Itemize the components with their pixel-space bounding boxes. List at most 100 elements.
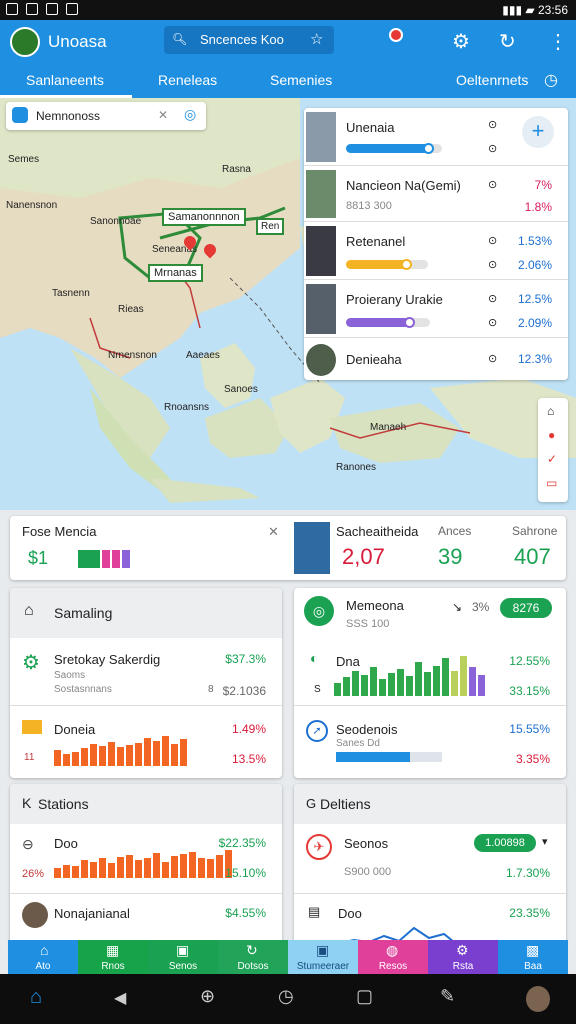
person-label: Sacheaitheida — [336, 524, 419, 539]
route-title: Nancieon Na(Gemi) — [346, 178, 461, 193]
tab-sanlaneents[interactable]: Sanlaneents — [26, 72, 104, 88]
avatar — [22, 902, 48, 928]
info-icon[interactable]: ⊙ — [488, 234, 497, 247]
bar-knob[interactable] — [400, 259, 412, 270]
nav-item-ato[interactable]: ⌂ Ato — [8, 940, 78, 974]
spark-bar — [162, 736, 169, 766]
globe-icon[interactable]: ⊕ — [200, 986, 215, 1007]
row-value-2: 33.15% — [509, 684, 550, 698]
nav-label: Resos — [378, 961, 408, 972]
g-icon: G — [306, 796, 317, 811]
edit-icon[interactable]: ✎ — [440, 986, 455, 1007]
pin-icon[interactable]: ● — [548, 428, 555, 442]
list-item[interactable]: 11 Doneia 1.49% 13.5% — [10, 708, 282, 776]
tab-oeltenrnets[interactable]: Oeltenrnets — [456, 72, 528, 88]
list-item[interactable]: Nancieon Na(Gemi) 8813 300 ⊙ 7% 1.8% — [304, 166, 568, 222]
search-bar[interactable]: 🔍︎ Sncences Koo ☆ — [164, 26, 334, 54]
spark-bar — [216, 855, 223, 878]
nav-item-resos[interactable]: ◍ Resos — [358, 940, 428, 974]
map-search-box[interactable]: Nemnonoss ✕ ◎ — [6, 102, 206, 130]
row-mid: 8 — [208, 684, 214, 695]
locate-icon[interactable]: ◎ — [184, 106, 196, 123]
compass-icon[interactable]: ◷ — [278, 986, 294, 1007]
info-icon[interactable]: ⊙ — [488, 292, 497, 305]
close-icon[interactable]: ✕ — [268, 524, 279, 540]
spark-bar — [153, 853, 160, 878]
value-badge[interactable]: 8276 — [500, 598, 552, 618]
nav-item-senos[interactable]: ▣ Senos — [148, 940, 218, 974]
map-label: Ranones — [336, 462, 377, 473]
spark-bar — [117, 857, 124, 878]
routes-panel: Unenaia ⊙ ⊙ + Nancieon Na(Gemi) 8813 300… — [304, 108, 568, 380]
spark-bar — [135, 860, 142, 878]
info-icon[interactable]: ⊙ — [488, 178, 497, 191]
home-icon[interactable]: ⌂ — [547, 404, 554, 418]
row-value-2: 13.5% — [231, 752, 266, 766]
notification-dot-icon[interactable] — [389, 28, 403, 42]
check-icon[interactable]: ✓ — [547, 452, 557, 466]
list-item[interactable]: ➚ Seodenois Sanes Dd 15.55% 3.35% — [294, 708, 566, 776]
star-icon[interactable]: ☆ — [310, 30, 323, 48]
map-label: Nanensnon — [6, 200, 58, 211]
list-item[interactable]: Unenaia ⊙ ⊙ + — [304, 108, 568, 166]
info-left-number: $1 — [28, 548, 49, 568]
spark-bar — [171, 856, 178, 878]
home-icon[interactable]: ⌂ — [30, 986, 42, 1009]
col3-label: Sahrone — [512, 524, 558, 538]
list-item[interactable]: ⚙ Sretokay Sakerdig Saoms Sostasnnans 8 … — [10, 640, 282, 706]
car-icon[interactable]: ▭ — [546, 476, 557, 490]
nav-item-rnos[interactable]: ▦ Rnos — [78, 940, 148, 974]
list-item[interactable]: ◐ S Dna 12.55% 33.15% — [294, 640, 566, 706]
nav-item-rsta[interactable]: ⚙ Rsta — [428, 940, 498, 974]
panel-deltiens: G Deltiens ✈ Seonos S900 000 1.00898 ▾ 1… — [294, 784, 566, 950]
map-label: Ren — [256, 218, 285, 235]
tab-reneleas[interactable]: Reneleas — [158, 72, 217, 88]
refresh-icon[interactable]: ↻ — [499, 29, 516, 54]
spark-bar — [135, 743, 142, 766]
gear-icon[interactable]: ⚙ — [452, 29, 470, 54]
nav-item-dotsos[interactable]: ↻ Dotsos — [218, 940, 288, 974]
status-bar: ▮▮▮ ▰ 23:56 — [0, 0, 576, 20]
info-title: Fose Mencia — [22, 524, 97, 539]
info-icon[interactable]: ⊙ — [488, 142, 497, 155]
list-item[interactable]: ⊖ Doo 26% $22.35% 15.10% — [10, 826, 282, 894]
info-icon[interactable]: ⊙ — [488, 258, 497, 271]
chevron-down-icon[interactable]: ▾ — [542, 835, 548, 848]
app-title: Unoasa — [48, 32, 107, 51]
avatar[interactable] — [10, 27, 40, 57]
info-icon[interactable]: ⊙ — [488, 316, 497, 329]
avatar[interactable] — [526, 986, 550, 1012]
list-item[interactable]: Denieaha ⊙ 12.3% — [304, 338, 568, 380]
add-button[interactable]: + — [522, 116, 554, 148]
list-item[interactable]: ✈ Seonos S900 000 1.00898 ▾ 1.7.30% — [294, 826, 566, 894]
home-icon: ⌂ — [40, 942, 49, 958]
list-item[interactable]: Retenanel ⊙ ⊙ 1.53% 2.06% — [304, 222, 568, 280]
row-sub: Sostasnnans — [54, 684, 112, 695]
map-label: Manaeh — [370, 422, 407, 433]
recents-icon[interactable]: ▢ — [356, 986, 373, 1007]
panel-header: K Stations — [10, 784, 282, 824]
map-label: Mrnanas — [148, 264, 203, 282]
tab-semenies[interactable]: Semenies — [270, 72, 332, 88]
list-item[interactable]: Proierany Urakie ⊙ ⊙ 12.5% 2.09% — [304, 280, 568, 338]
row-title: Seonos — [344, 836, 389, 851]
panel-stations: K Stations ⊖ Doo 26% $22.35% 15.10% Nona… — [10, 784, 282, 950]
spark-bar — [144, 858, 151, 878]
map-logo-icon — [12, 107, 28, 123]
clock-icon[interactable]: ◷ — [544, 70, 558, 90]
nav-item-stumeeraer[interactable]: ▣ Stumeeraer — [288, 940, 358, 974]
spark-bar — [198, 858, 205, 878]
info-icon[interactable]: ⊙ — [488, 352, 497, 365]
value-badge[interactable]: 1.00898 — [474, 834, 536, 852]
search-icon: 🔍︎ — [172, 32, 188, 46]
spark-bar — [54, 868, 61, 878]
col2-label: Ances — [438, 524, 472, 538]
nav-item-baa[interactable]: ▩ Baa — [498, 940, 568, 974]
spark-bar — [207, 859, 214, 878]
close-icon[interactable]: ✕ — [158, 108, 168, 122]
info-icon[interactable]: ⊙ — [488, 118, 497, 131]
panel-memeona: ◎ Memeona SSS 100 ↘ 3% 8276 ◐ S Dna 12.5… — [294, 588, 566, 778]
back-icon[interactable]: ◀ — [114, 988, 126, 1008]
more-icon[interactable]: ⋮ — [548, 29, 568, 54]
link-icon: ⊖ — [22, 836, 34, 852]
